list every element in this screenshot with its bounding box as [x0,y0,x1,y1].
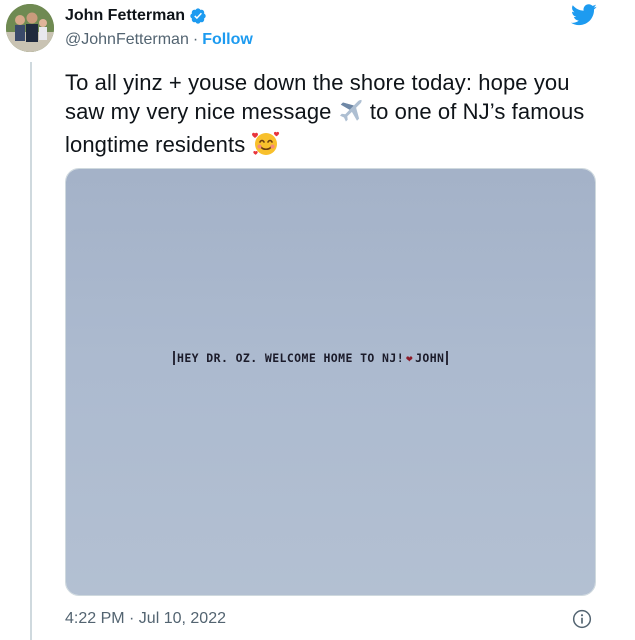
author-handle[interactable]: @JohnFetterman [65,31,189,49]
sky-background [66,169,595,595]
tweet-photo[interactable]: HEY DR. OZ. WELCOME HOME TO NJ! ❤ JOHN [65,168,596,596]
info-icon[interactable] [572,609,592,629]
aerial-banner: HEY DR. OZ. WELCOME HOME TO NJ! ❤ JOHN [171,350,450,366]
tweet-body: To all yinz + youse down the shore today… [65,69,610,164]
display-name[interactable]: John Fetterman [65,7,185,25]
tweet-card: John Fetterman @JohnFetterman · Follow T… [0,0,635,640]
thread-rail [30,62,32,640]
handle-row: @JohnFetterman · Follow [65,31,253,49]
verified-badge-icon [190,8,206,24]
airplane-emoji-icon [338,99,364,131]
banner-edge-left [173,351,175,365]
twitter-bird-icon[interactable] [571,4,597,26]
separator-dot: · [192,31,199,48]
banner-heart: ❤ [406,351,414,365]
avatar[interactable] [6,4,54,52]
banner-signature: JOHN [415,351,445,365]
smiling-face-with-hearts-emoji-icon [251,130,280,164]
author-name-row: John Fetterman [65,7,207,25]
follow-button[interactable]: Follow [202,31,253,49]
tweet-timestamp[interactable]: 4:22 PM · Jul 10, 2022 [65,610,226,628]
banner-edge-right [446,351,449,365]
banner-text: HEY DR. OZ. WELCOME HOME TO NJ! [177,351,405,365]
